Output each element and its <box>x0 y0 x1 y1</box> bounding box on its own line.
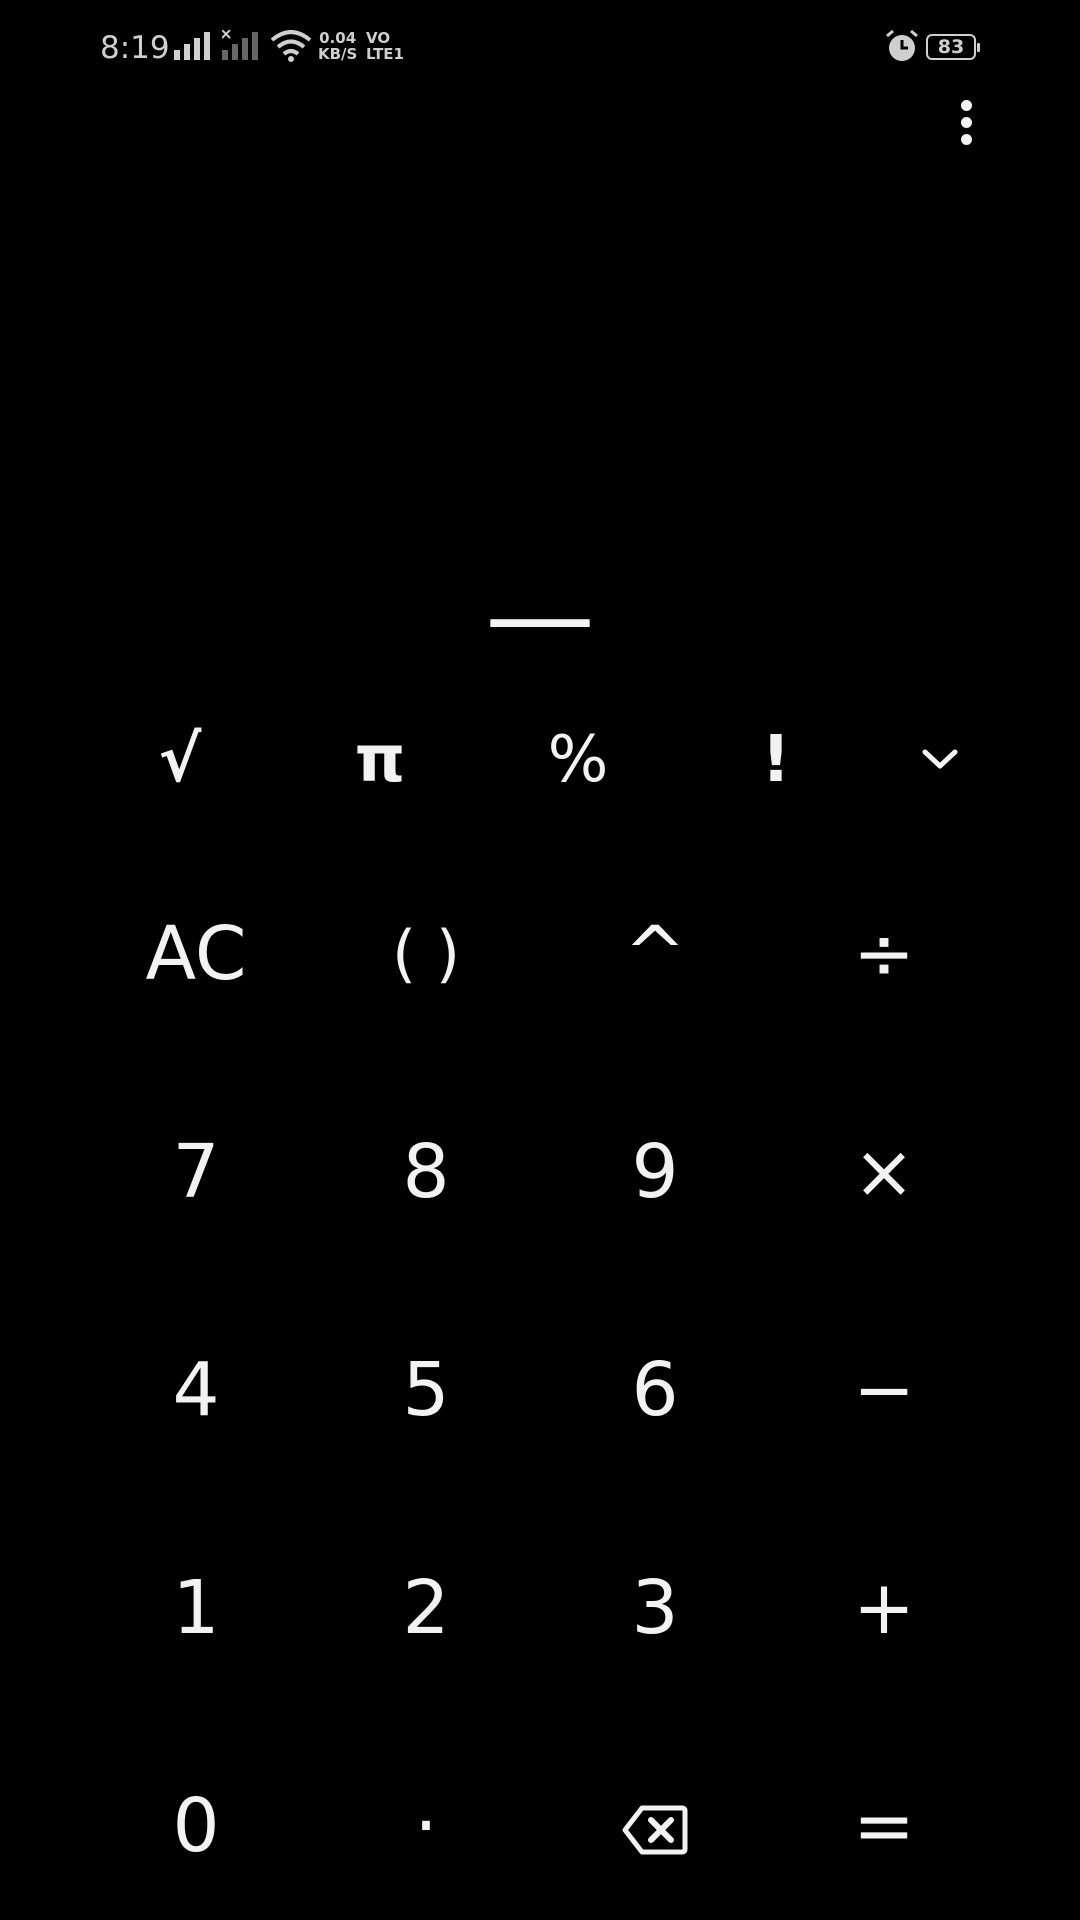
sqrt-button[interactable]: √ <box>120 710 240 810</box>
calculator-display: — <box>0 560 1080 670</box>
battery-icon: 83 <box>926 34 980 60</box>
network-speed-unit: KB/S <box>318 45 358 63</box>
parentheses-button[interactable]: ( ) <box>326 874 526 1034</box>
signal-icon <box>174 30 218 65</box>
digit-2-button[interactable]: 2 <box>326 1528 526 1688</box>
more-vert-icon[interactable] <box>944 100 972 156</box>
display-result: — <box>485 551 595 679</box>
battery-level: 83 <box>937 36 965 58</box>
factorial-button[interactable]: ! <box>716 710 836 810</box>
digit-4-button[interactable]: 4 <box>96 1310 296 1470</box>
digit-3-button[interactable]: 3 <box>555 1528 755 1688</box>
minus-button[interactable]: − <box>784 1310 984 1470</box>
volte-indicator: VO LTE1 <box>366 30 404 62</box>
signal-no-service-icon <box>221 29 266 65</box>
multiply-button[interactable]: × <box>784 1092 984 1252</box>
digit-5-button[interactable]: 5 <box>326 1310 526 1470</box>
digit-8-button[interactable]: 8 <box>326 1092 526 1252</box>
backspace-button[interactable] <box>555 1746 755 1906</box>
backspace-icon <box>622 1805 688 1855</box>
power-button[interactable]: ^ <box>555 874 755 1034</box>
scientific-keys-row: √ π % ! <box>0 710 1080 810</box>
alarm-icon <box>884 28 920 69</box>
pi-button[interactable]: π <box>320 710 440 810</box>
digit-6-button[interactable]: 6 <box>555 1310 755 1470</box>
network-speed: 0.04 KB/S <box>318 30 357 62</box>
digit-7-button[interactable]: 7 <box>96 1092 296 1252</box>
all-clear-button[interactable]: AC <box>96 874 296 1034</box>
network-speed-value: 0.04 <box>319 29 357 47</box>
volte-bottom-label: LTE1 <box>366 45 404 63</box>
divide-button[interactable]: ÷ <box>784 874 984 1034</box>
equals-button[interactable]: = <box>784 1746 984 1906</box>
digit-0-button[interactable]: 0 <box>96 1746 296 1906</box>
wifi-icon <box>270 30 312 67</box>
status-time: 8:19 <box>100 30 170 66</box>
volte-top-label: VO <box>366 29 391 47</box>
percent-button[interactable]: % <box>518 710 638 810</box>
decimal-button[interactable]: · <box>326 1746 526 1906</box>
digit-9-button[interactable]: 9 <box>555 1092 755 1252</box>
plus-button[interactable]: + <box>784 1528 984 1688</box>
digit-1-button[interactable]: 1 <box>96 1528 296 1688</box>
status-bar: 8:19 0.04 KB/S VO LTE1 83 <box>0 0 1080 96</box>
chevron-down-icon[interactable] <box>900 730 980 790</box>
